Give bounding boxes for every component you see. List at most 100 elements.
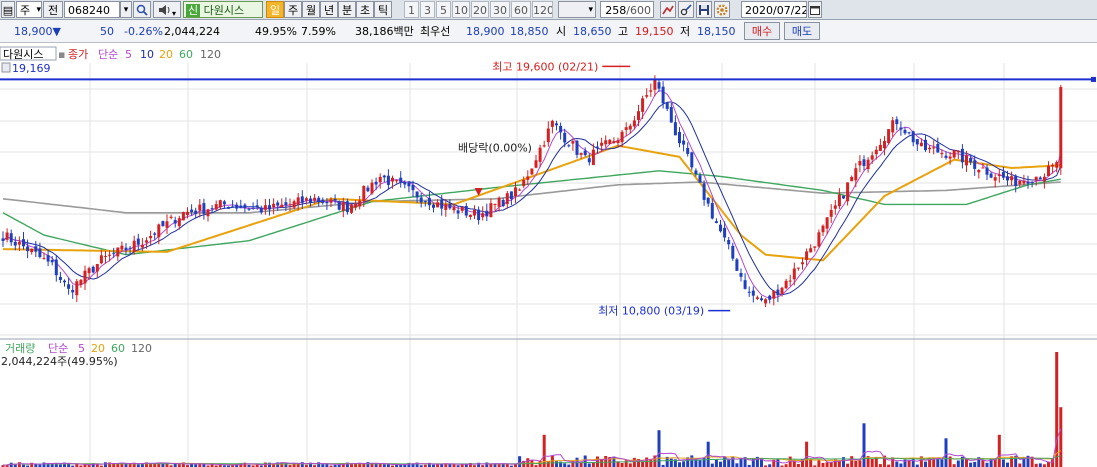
candle-body-98	[403, 182, 407, 185]
interval-button-5[interactable]: 30	[490, 1, 510, 18]
candle-body-169	[694, 170, 698, 174]
chart-tool-icon[interactable]	[660, 1, 676, 18]
candle-body-229	[940, 152, 944, 155]
candle-body-101	[415, 191, 419, 198]
save-icon[interactable]	[696, 1, 712, 18]
candle-body-165	[678, 131, 681, 144]
interval-button-0[interactable]: 1	[404, 1, 419, 18]
volume-bar-153	[628, 463, 632, 467]
candle-body-121	[497, 198, 501, 207]
gear-icon[interactable]	[714, 1, 730, 18]
candle-body-88	[362, 186, 366, 201]
volume-bar-207	[850, 456, 854, 467]
candle-body-13	[54, 259, 58, 276]
mode-label[interactable]: 전	[43, 1, 63, 18]
volume-bar-196	[805, 441, 809, 467]
candle-body-255	[1047, 165, 1050, 176]
candle-body-155	[637, 111, 640, 120]
interval-button-7[interactable]: 120	[532, 1, 553, 18]
volume-bar-201	[825, 462, 829, 467]
period-button-3[interactable]: 년	[320, 1, 338, 18]
code-dropdown-caret-icon[interactable]: ▾	[120, 1, 132, 18]
volume-legend-name: 거래량	[5, 342, 35, 355]
calendar-icon[interactable]	[808, 1, 822, 18]
candle-body-77	[317, 197, 321, 202]
candle-body-2	[9, 233, 13, 243]
candle-body-234	[960, 148, 964, 163]
candle-body-83	[341, 202, 345, 211]
search-icon[interactable]	[133, 1, 151, 18]
sound-icon[interactable]: ▾	[153, 1, 181, 18]
candle-body-63	[259, 207, 263, 213]
volume-bar-248	[1018, 463, 1022, 467]
period-button-4[interactable]: 분	[338, 1, 356, 18]
stock-name-box[interactable]: 신 다원시스	[183, 1, 263, 18]
sell-button[interactable]: 매도	[784, 22, 820, 40]
candle-body-48	[198, 204, 202, 211]
volume-bar-151	[620, 463, 624, 467]
candle-body-125	[514, 187, 517, 197]
candle-body-64	[263, 205, 267, 210]
candle-body-33	[136, 238, 140, 245]
candle-body-154	[632, 120, 636, 127]
candle-body-133	[546, 128, 550, 143]
candle-body-115	[473, 209, 476, 216]
sound-caret-icon: ▾	[171, 9, 176, 18]
candle-body-146	[600, 142, 604, 146]
market-select[interactable]: 주 ▾	[16, 1, 42, 18]
interval-button-6[interactable]: 60	[511, 1, 531, 18]
candle-body-226	[928, 147, 932, 150]
candle-body-253	[1038, 177, 1042, 180]
view-count[interactable]: 258/600	[600, 1, 654, 18]
candle-body-167	[686, 147, 690, 154]
candle-body-139	[571, 141, 575, 144]
interval-button-4[interactable]: 20	[471, 1, 489, 18]
candle-body-54	[222, 201, 226, 205]
candle-body-122	[501, 200, 505, 206]
date-input[interactable]: 2020/07/22	[741, 1, 807, 18]
period-button-6[interactable]: 틱	[374, 1, 392, 18]
legend-ma-5: 5	[125, 48, 132, 61]
volume-bar-141	[579, 462, 583, 467]
volume-bar-189	[776, 459, 780, 467]
candle-body-129	[530, 168, 534, 175]
candle-body-142	[583, 150, 587, 156]
candle-body-3	[13, 241, 17, 246]
range-dropdown[interactable]: ▾	[558, 1, 596, 18]
candle-body-23	[95, 264, 99, 272]
volume-bar-212	[870, 459, 874, 467]
volume-legend-ma-5: 5	[78, 342, 85, 355]
window-menu-icon[interactable]: ▤	[1, 1, 15, 18]
period-button-1[interactable]: 주	[284, 1, 302, 18]
candle-body-171	[702, 183, 706, 200]
interval-button-2[interactable]: 5	[436, 1, 451, 18]
settings-tool-icon[interactable]	[678, 1, 694, 18]
stock-code-input[interactable]: 068240	[64, 1, 120, 18]
candle-body-213	[874, 149, 878, 155]
best-ask-label: 최우선	[420, 25, 451, 38]
candle-body-241	[989, 173, 993, 178]
candle-body-50	[206, 209, 210, 217]
candle-body-248	[1018, 180, 1022, 185]
candle-body-82	[337, 202, 341, 210]
interval-button-1[interactable]: 3	[420, 1, 435, 18]
interval-button-3[interactable]: 10	[452, 1, 470, 18]
candle-body-79	[325, 202, 329, 204]
volume-bar-175	[719, 461, 722, 467]
panel-toggle-icon[interactable]	[1, 62, 11, 73]
period-button-0[interactable]: 일	[266, 1, 284, 18]
period-button-2[interactable]: 월	[302, 1, 320, 18]
high-annotation: 최고 19,600 (02/21)	[492, 60, 598, 73]
candle-body-252	[1034, 176, 1038, 181]
candle-body-9	[38, 248, 42, 257]
period-button-5[interactable]: 초	[356, 1, 374, 18]
volume-bar-4	[17, 462, 21, 467]
candle-body-242	[993, 177, 997, 181]
candle-body-49	[202, 203, 206, 214]
candle-body-160	[657, 82, 661, 89]
volume-bar-253	[1038, 463, 1042, 467]
buy-button[interactable]: 매수	[744, 22, 780, 40]
candle-body-42	[173, 220, 177, 224]
candle-body-199	[817, 232, 821, 247]
candle-body-239	[981, 167, 985, 169]
